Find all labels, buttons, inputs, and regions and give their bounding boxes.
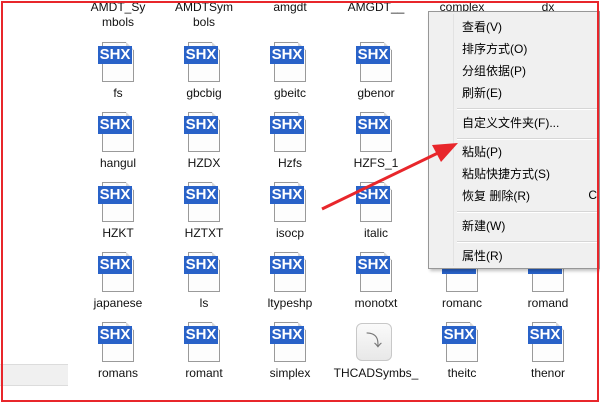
- file-item[interactable]: SHX fs: [75, 40, 161, 101]
- shx-file-icon: SHX: [270, 110, 310, 154]
- shx-file-icon: SHX: [184, 110, 224, 154]
- file-name: monotxt: [354, 296, 398, 310]
- file-item[interactable]: SHX HZFS_1: [333, 110, 419, 171]
- file-item[interactable]: SHX ls: [161, 250, 247, 311]
- file-name: romand: [527, 296, 569, 310]
- file-item[interactable]: SHX theitc: [419, 320, 505, 381]
- file-label[interactable]: AMDTSym bols: [161, 0, 247, 30]
- file-item[interactable]: SHX hangul: [75, 110, 161, 171]
- file-name: gbeitc: [273, 86, 307, 100]
- file-name: italic: [363, 226, 388, 240]
- navigation-pane: [0, 0, 68, 403]
- file-name: romanc: [441, 296, 482, 310]
- undo-shortcut-hint: C: [588, 188, 597, 202]
- shx-file-icon: SHX: [442, 320, 482, 364]
- shx-file-icon: SHX: [184, 320, 224, 364]
- shx-file-icon: SHX: [98, 40, 138, 84]
- file-item[interactable]: SHX gbenor: [333, 40, 419, 101]
- menu-separator: [457, 138, 597, 140]
- file-label[interactable]: amgdt: [247, 0, 333, 15]
- file-item[interactable]: SHX gbcbig: [161, 40, 247, 101]
- file-name: romant: [185, 366, 223, 380]
- file-name: ls: [199, 296, 209, 310]
- shx-file-icon: SHX: [98, 320, 138, 364]
- menu-item-customize-folder[interactable]: 自定义文件夹(F)...: [462, 113, 559, 133]
- shx-file-icon: SHX: [356, 180, 396, 224]
- file-name: HZTXT: [184, 226, 224, 240]
- file-item[interactable]: SHX HZKT: [75, 180, 161, 241]
- nav-pane-scrollbar[interactable]: [0, 364, 68, 386]
- file-label[interactable]: AMDT_Sy mbols: [75, 0, 161, 30]
- file-item[interactable]: SHX simplex: [247, 320, 333, 381]
- file-name: THCADSymbs_: [333, 366, 419, 380]
- menu-separator: [457, 108, 597, 110]
- file-item[interactable]: SHX romans: [75, 320, 161, 381]
- file-item[interactable]: SHX Hzfs: [247, 110, 333, 171]
- shx-file-icon: SHX: [528, 320, 568, 364]
- file-name: thenor: [530, 366, 566, 380]
- shx-file-icon: SHX: [356, 250, 396, 294]
- shx-file-icon: SHX: [98, 180, 138, 224]
- file-item[interactable]: SHX monotxt: [333, 250, 419, 311]
- file-item[interactable]: SHX gbeitc: [247, 40, 333, 101]
- file-name: gbenor: [357, 86, 395, 100]
- menu-item-paste[interactable]: 粘贴(P): [462, 142, 502, 162]
- file-name: romans: [97, 366, 138, 380]
- shx-file-icon: SHX: [270, 40, 310, 84]
- shx-file-icon: SHX: [270, 320, 310, 364]
- shx-file-icon: SHX: [270, 180, 310, 224]
- file-item[interactable]: SHX HZTXT: [161, 180, 247, 241]
- file-name: HZKT: [102, 226, 134, 240]
- file-item[interactable]: SHX japanese: [75, 250, 161, 311]
- file-item[interactable]: SHX isocp: [247, 180, 333, 241]
- menu-item-paste-shortcut[interactable]: 粘贴快捷方式(S): [462, 164, 550, 184]
- menu-item-view[interactable]: 查看(V): [462, 17, 502, 37]
- file-item[interactable]: SHX HZDX: [161, 110, 247, 171]
- file-name: HZDX: [187, 156, 221, 170]
- file-name: gbcbig: [186, 86, 222, 100]
- file-item[interactable]: SHX romant: [161, 320, 247, 381]
- file-name: simplex: [269, 366, 311, 380]
- menu-item-group[interactable]: 分组依据(P): [462, 61, 526, 81]
- context-menu: 查看(V) 排序方式(O) 分组依据(P) 刷新(E) 自定义文件夹(F)...…: [428, 11, 600, 269]
- shx-file-icon: SHX: [356, 110, 396, 154]
- menu-separator: [457, 211, 597, 213]
- file-name: HZFS_1: [353, 156, 399, 170]
- file-name: Hzfs: [278, 156, 302, 170]
- shx-file-icon: SHX: [98, 110, 138, 154]
- shx-file-icon: SHX: [184, 180, 224, 224]
- shx-file-icon: SHX: [98, 250, 138, 294]
- file-item[interactable]: SHX ltypeshp: [247, 250, 333, 311]
- file-name: japanese: [93, 296, 143, 310]
- file-name: ltypeshp: [267, 296, 313, 310]
- menu-item-undo-delete[interactable]: 恢复 删除(R): [462, 186, 530, 206]
- file-name: fs: [113, 86, 123, 100]
- menu-item-new[interactable]: 新建(W): [462, 216, 505, 236]
- shx-file-icon: SHX: [184, 250, 224, 294]
- file-name: isocp: [275, 226, 304, 240]
- shx-file-icon: SHX: [356, 40, 396, 84]
- file-item[interactable]: SHX italic: [333, 180, 419, 241]
- menu-icon-gutter: [453, 14, 454, 266]
- menu-item-properties[interactable]: 属性(R): [462, 246, 503, 266]
- file-name: theitc: [447, 366, 477, 380]
- file-item[interactable]: ⤵ THCADSymbs_: [333, 320, 419, 381]
- shx-file-icon: SHX: [270, 250, 310, 294]
- file-name: hangul: [99, 156, 137, 170]
- menu-item-refresh[interactable]: 刷新(E): [462, 83, 502, 103]
- file-item[interactable]: SHX thenor: [505, 320, 591, 381]
- menu-item-sort[interactable]: 排序方式(O): [462, 39, 527, 59]
- generic-file-icon: ⤵: [356, 320, 396, 364]
- shx-file-icon: SHX: [184, 40, 224, 84]
- file-label[interactable]: AMGDT__: [333, 0, 419, 15]
- menu-separator: [457, 241, 597, 243]
